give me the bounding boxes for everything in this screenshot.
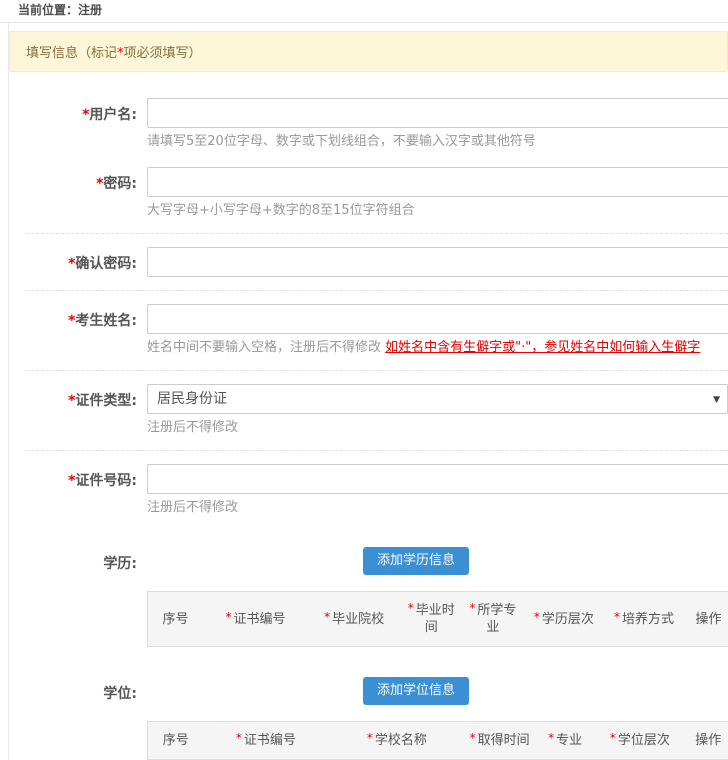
- username-input[interactable]: [147, 98, 728, 128]
- required-asterisk: *: [225, 610, 231, 624]
- field-id-number: *证件号码: 注册后不得修改: [9, 464, 728, 517]
- confirm-password-label-text: 确认密码:: [75, 256, 137, 272]
- degree-col-cert-number: *证书编号: [204, 722, 329, 760]
- id-number-hint: 注册后不得修改: [147, 499, 728, 517]
- degree-col-major: *专业: [534, 722, 596, 760]
- username-label-text: 用户名:: [89, 107, 137, 123]
- degree-col-school-name: *学校名称: [328, 722, 465, 760]
- id-type-hint: 注册后不得修改: [147, 419, 728, 437]
- education-col-index: 序号: [148, 592, 204, 647]
- confirm-password-label: *确认密码:: [9, 247, 137, 273]
- field-password: *密码: 大写字母+小写字母+数字的8至15位字符组合: [9, 167, 728, 220]
- banner-text-prefix: 填写信息（标记: [26, 46, 117, 61]
- id-type-selected-value: 居民身份证: [157, 391, 227, 407]
- education-col-cert-number: *证书编号: [203, 592, 308, 647]
- field-id-type: *证件类型: 居民身份证 ▼ 注册后不得修改: [9, 384, 728, 437]
- field-confirm-password: *确认密码:: [9, 247, 728, 277]
- registration-page: 当前位置：注册 填写信息（标记*项必须填写） *用户名: 请填写5至20位字母、…: [0, 0, 728, 760]
- password-input[interactable]: [147, 167, 728, 197]
- education-col-school: *毕业院校: [308, 592, 401, 647]
- password-hint: 大写字母+小写字母+数字的8至15位字符组合: [147, 202, 728, 220]
- main-container: 填写信息（标记*项必须填写） *用户名: 请填写5至20位字母、数字或下划线组合…: [8, 23, 728, 760]
- add-education-button[interactable]: 添加学历信息: [363, 547, 469, 575]
- divider: [26, 290, 728, 291]
- id-number-input[interactable]: [147, 464, 728, 494]
- required-asterisk: *: [534, 610, 540, 624]
- education-table-header-row: 序号 *证书编号 *毕业院校 *毕业时间 *所学专业 *学历层次 *培养方式 操…: [148, 592, 728, 647]
- confirm-password-input[interactable]: [147, 247, 728, 277]
- education-table: 序号 *证书编号 *毕业院校 *毕业时间 *所学专业 *学历层次 *培养方式 操…: [147, 591, 728, 647]
- candidate-name-label: *考生姓名:: [9, 304, 137, 330]
- id-number-label: *证件号码:: [9, 464, 137, 490]
- degree-table: 序号 *证书编号 *学校名称 *取得时间 *专业 *学位层次 操作: [147, 721, 728, 760]
- chevron-down-icon: ▼: [713, 385, 720, 415]
- required-asterisk: *: [548, 731, 554, 745]
- candidate-name-label-text: 考生姓名:: [75, 313, 137, 329]
- required-asterisk: *: [470, 731, 476, 745]
- breadcrumb: 当前位置：注册: [0, 0, 728, 23]
- degree-label: 学位:: [9, 677, 137, 703]
- divider: [26, 370, 728, 371]
- required-asterisk: *: [367, 731, 373, 745]
- rare-character-help-link[interactable]: 如姓名中含有生僻字或"·"，参见姓名中如何输入生僻字: [385, 340, 700, 355]
- required-asterisk: *: [469, 601, 475, 615]
- degree-col-index: 序号: [148, 722, 204, 760]
- section-degree: 学位: 添加学位信息 序号 *证书编号 *学校名称: [9, 677, 728, 760]
- education-label: 学历:: [9, 547, 137, 573]
- field-candidate-name: *考生姓名: 姓名中间不要输入空格，注册后不得修改 如姓名中含有生僻字或"·"，…: [9, 304, 728, 357]
- degree-table-header-row: 序号 *证书编号 *学校名称 *取得时间 *专业 *学位层次 操作: [148, 722, 728, 760]
- candidate-name-hint: 姓名中间不要输入空格，注册后不得修改 如姓名中含有生僻字或"·"，参见姓名中如何…: [147, 339, 728, 357]
- degree-col-level: *学位层次: [596, 722, 683, 760]
- section-education: 学历: 添加学历信息 序号 *证书编号 *毕业院校: [9, 547, 728, 647]
- username-hint: 请填写5至20位字母、数字或下划线组合，不要输入汉字或其他符号: [147, 133, 728, 151]
- candidate-name-input[interactable]: [147, 304, 728, 334]
- info-banner: 填写信息（标记*项必须填写）: [9, 31, 728, 72]
- divider: [26, 450, 728, 451]
- required-asterisk: *: [236, 731, 242, 745]
- password-label-text: 密码:: [103, 176, 137, 192]
- breadcrumb-text: 当前位置：注册: [18, 3, 102, 17]
- candidate-name-hint-text: 姓名中间不要输入空格，注册后不得修改: [147, 340, 381, 355]
- add-degree-button[interactable]: 添加学位信息: [363, 677, 469, 705]
- degree-col-obtained-time: *取得时间: [465, 722, 534, 760]
- password-label: *密码:: [9, 167, 137, 193]
- username-label: *用户名:: [9, 98, 137, 124]
- education-col-graduation-time: *毕业时间: [400, 592, 462, 647]
- id-number-label-text: 证件号码:: [75, 473, 137, 489]
- id-type-select[interactable]: 居民身份证 ▼: [147, 384, 728, 414]
- required-asterisk: *: [610, 731, 616, 745]
- id-type-label: *证件类型:: [9, 384, 137, 410]
- id-type-label-text: 证件类型:: [75, 393, 137, 409]
- banner-text-suffix: 项必须填写）: [124, 46, 202, 61]
- divider: [26, 233, 728, 234]
- education-col-training-mode: *培养方式: [604, 592, 684, 647]
- education-col-major: *所学专业: [462, 592, 524, 647]
- required-asterisk: *: [324, 610, 330, 624]
- field-username: *用户名: 请填写5至20位字母、数字或下划线组合，不要输入汉字或其他符号: [9, 98, 728, 151]
- required-asterisk: *: [614, 610, 620, 624]
- required-asterisk: *: [408, 601, 414, 615]
- education-col-actions: 操作: [684, 592, 728, 647]
- education-col-level: *学历层次: [524, 592, 604, 647]
- degree-col-actions: 操作: [684, 722, 728, 760]
